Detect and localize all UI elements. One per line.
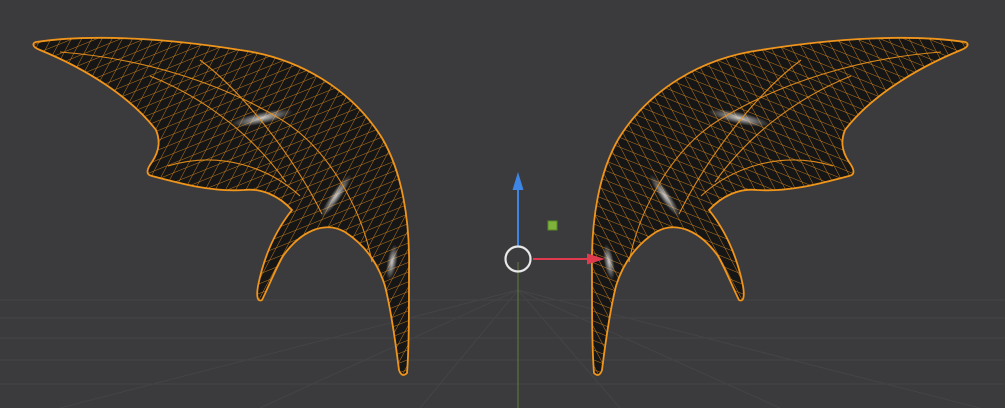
viewport-canvas[interactable]	[0, 0, 1005, 408]
transform-gizmo[interactable]	[504, 172, 606, 273]
3d-viewport[interactable]	[0, 0, 1005, 408]
z-axis-arrow[interactable]	[512, 172, 524, 247]
wing-left[interactable]	[0, 0, 500, 408]
floor-grid	[0, 262, 1005, 408]
xz-plane-handle[interactable]	[547, 220, 558, 231]
wing-right[interactable]	[501, 0, 1001, 408]
